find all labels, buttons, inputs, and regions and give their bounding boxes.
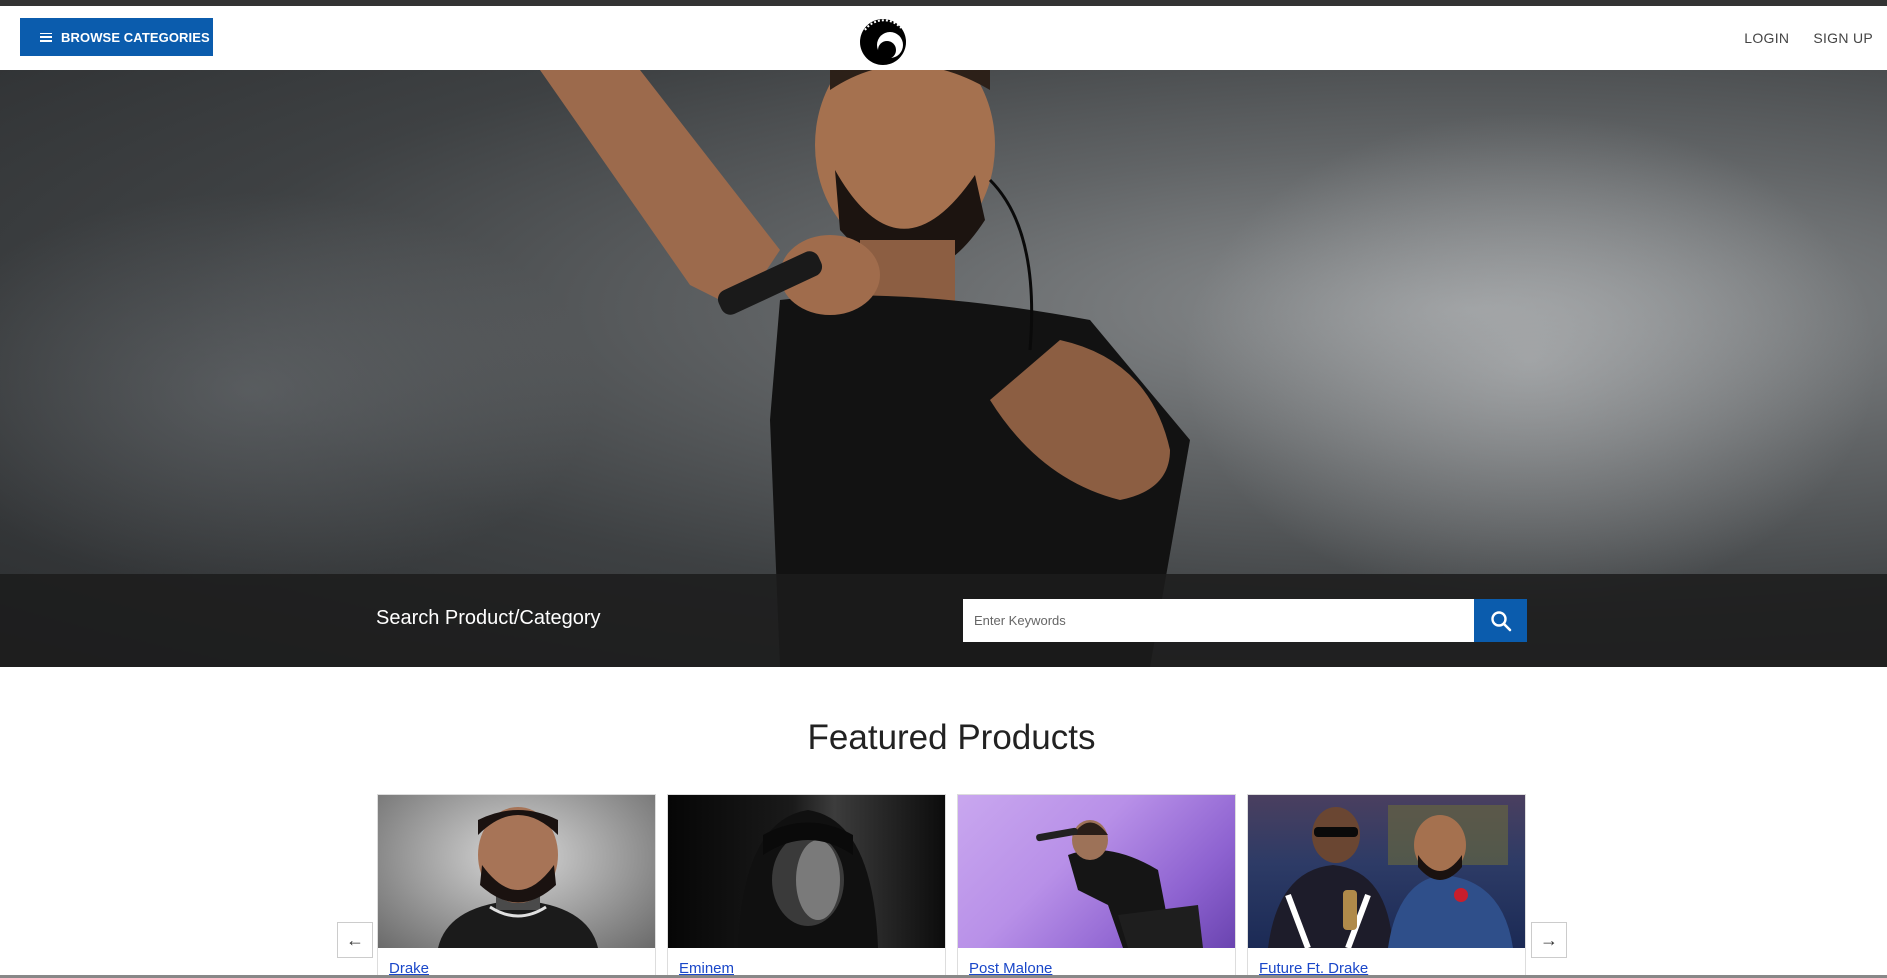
product-image[interactable] — [1248, 795, 1525, 948]
site-header: BROWSE CATEGORIES LOGIN SIGN UP — [0, 6, 1887, 70]
product-card[interactable]: Future Ft. Drake — [1247, 794, 1526, 978]
crescent-logo-icon[interactable] — [857, 16, 909, 68]
product-image[interactable] — [378, 795, 655, 948]
search-button[interactable] — [1474, 599, 1527, 642]
carousel-next-button[interactable]: → — [1531, 922, 1567, 958]
product-photo-post-malone — [1036, 820, 1203, 948]
product-photo-eminem — [738, 810, 878, 948]
featured-products-title: Featured Products — [807, 718, 1096, 757]
search-label: Search Product/Category — [376, 607, 601, 629]
product-photo-drake — [438, 807, 598, 948]
product-image[interactable] — [668, 795, 945, 948]
product-image[interactable] — [958, 795, 1235, 948]
product-card[interactable]: Post Malone — [957, 794, 1236, 978]
login-link[interactable]: LOGIN — [1744, 30, 1789, 46]
auth-nav: LOGIN SIGN UP — [1744, 30, 1873, 46]
search-icon — [1490, 610, 1511, 631]
signup-link[interactable]: SIGN UP — [1813, 30, 1873, 46]
search-input[interactable] — [963, 599, 1474, 642]
product-card[interactable]: Drake — [377, 794, 656, 978]
arrow-right-icon: → — [1540, 929, 1558, 950]
carousel-prev-button[interactable]: ← — [337, 922, 373, 958]
arrow-left-icon: ← — [346, 929, 364, 950]
hamburger-icon — [40, 32, 52, 42]
browse-categories-button[interactable]: BROWSE CATEGORIES — [20, 18, 213, 56]
search-band — [0, 574, 1887, 667]
product-card[interactable]: Eminem — [667, 794, 946, 978]
browse-categories-label: BROWSE CATEGORIES — [61, 29, 210, 45]
product-photo-future-drake — [1268, 805, 1513, 948]
